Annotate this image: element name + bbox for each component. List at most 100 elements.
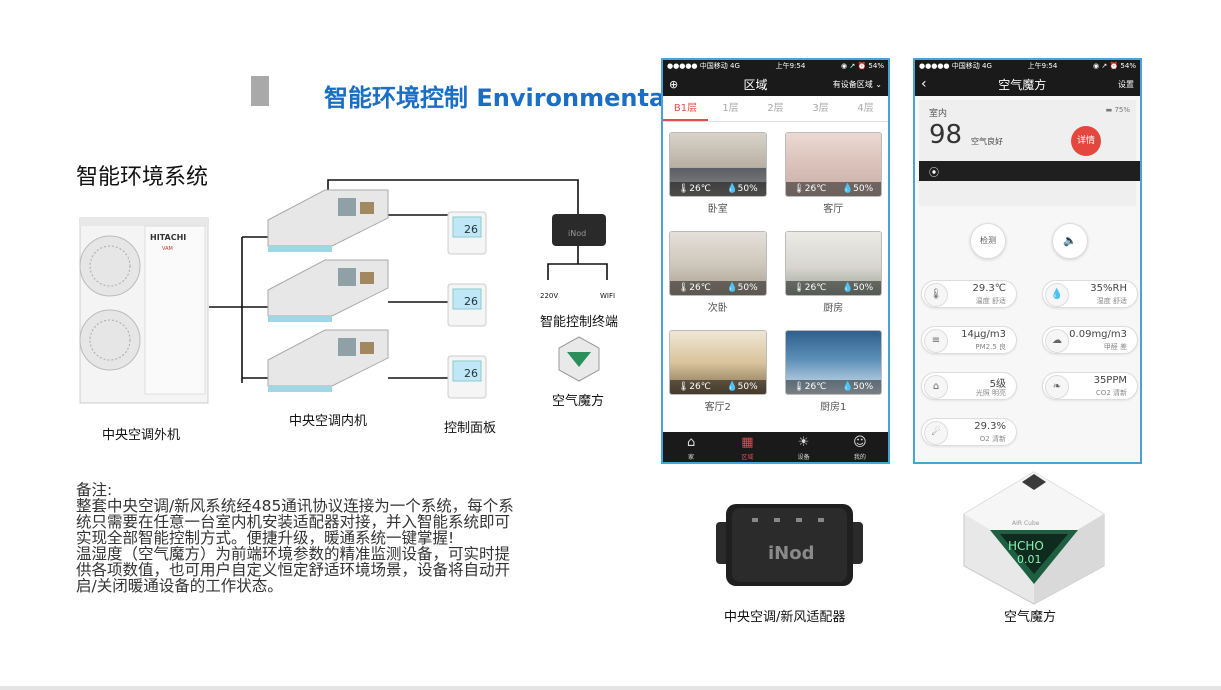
wifi-label: WIFI xyxy=(600,292,615,300)
room-humidity: 💧50% xyxy=(726,382,758,392)
tab-3f[interactable]: 3层 xyxy=(798,96,843,121)
metric-label: 光照 明亮 xyxy=(975,389,1006,397)
formaldehyde-icon: ☁ xyxy=(1045,329,1069,353)
tab-home[interactable]: ⌂ 家 xyxy=(663,432,719,462)
metric-value: 0.09mg/m3 xyxy=(1069,329,1127,340)
room-card-kitchen-1[interactable]: 🌡26℃ 💧50% 厨房1 xyxy=(784,330,882,429)
status-battery: ◉ ↗ ⏰ 54% xyxy=(841,62,884,70)
control-panel-1: 26 xyxy=(447,211,487,255)
outdoor-unit-label: 中央空调外机 xyxy=(102,428,181,443)
terminal-brand-text: iNod xyxy=(568,229,586,238)
location-bar: ⦿ xyxy=(919,161,1140,181)
metric-humidity: 💧 35%RH 湿度 舒适 xyxy=(1042,280,1138,308)
bottom-tab-bar: ⌂ 家 ▦ 区域 ☀ 设备 ☺ 我的 xyxy=(663,432,888,462)
chevron-down-icon: ⌄ xyxy=(875,79,882,89)
cube-display-bottom: 0.01 xyxy=(1017,553,1042,566)
room-card-living-2[interactable]: 🌡26℃ 💧50% 客厅2 xyxy=(669,330,767,429)
air-cube-small xyxy=(558,336,600,382)
back-arrow-icon[interactable]: ‹ xyxy=(921,76,927,92)
room-grid: 🌡26℃ 💧50% 卧室 🌡26℃ 💧50% 客厅 🌡26℃ 💧50% 次卧 🌡26℃… xyxy=(663,122,888,419)
indoor-unit-label: 中央空调内机 xyxy=(289,414,368,429)
status-battery: ◉ ↗ ⏰ 54% xyxy=(1093,62,1136,70)
outdoor-unit: HITACHI VAM xyxy=(79,217,209,404)
status-time: 上午9:54 xyxy=(775,62,806,70)
nav-title: 区域 xyxy=(743,77,768,92)
status-bar: ●●●●● 中国移动 4G 上午9:54 ◉ ↗ ⏰ 54% xyxy=(663,60,888,72)
room-card-living[interactable]: 🌡26℃ 💧50% 客厅 xyxy=(784,132,882,231)
pm25-icon: ≡ xyxy=(924,329,948,353)
room-card-second-bedroom[interactable]: 🌡26℃ 💧50% 次卧 xyxy=(669,231,767,330)
air-cube-device-image: HCHO 0.01 AIR Cube xyxy=(963,471,1105,605)
metric-value: 29.3℃ xyxy=(972,283,1007,294)
room-card-kitchen[interactable]: 🌡26℃ 💧50% 厨房 xyxy=(784,231,882,330)
metric-value: 14μg/m3 xyxy=(961,329,1006,340)
tab-b1[interactable]: B1层 xyxy=(663,96,708,121)
notes-line: 统只需要在任意一台室内机安装适配器对接，并入智能系统即可 xyxy=(76,513,511,531)
status-bar: ●●●●● 中国移动 4G 上午9:54 ◉ ↗ ⏰ 54% xyxy=(915,60,1140,72)
tab-2f[interactable]: 2层 xyxy=(753,96,798,121)
metric-value: 35%RH xyxy=(1090,283,1127,294)
notes-line: 启/关闭暖通设备的工作状态。 xyxy=(76,577,283,595)
room-temp: 🌡26℃ xyxy=(793,382,827,392)
speaker-button[interactable]: 🔈 xyxy=(1052,223,1088,259)
room-humidity: 💧50% xyxy=(841,184,874,194)
tab-1f[interactable]: 1层 xyxy=(708,96,753,121)
status-carrier: ●●●●● 中国移动 4G xyxy=(919,62,992,70)
indoor-air-card: 室内 ▬ 75% 98 空气良好 详情 ⦿ xyxy=(919,100,1140,206)
outdoor-brand-text: HITACHI xyxy=(150,233,186,242)
control-panel-3: 26 xyxy=(447,355,487,399)
bottom-divider xyxy=(0,686,1221,690)
settings-link[interactable]: 设置 xyxy=(1118,79,1134,90)
room-humidity: 💧50% xyxy=(726,283,758,293)
nav-bar: ⊕ 区域 有设备区域 ⌄ xyxy=(663,72,888,96)
metric-value: 35PPM xyxy=(1093,375,1127,386)
adapter-device-image: iNod xyxy=(716,504,863,586)
room-card-bedroom[interactable]: 🌡26℃ 💧50% 卧室 xyxy=(669,132,767,231)
leaf-icon: ❧ xyxy=(1045,375,1069,399)
status-carrier: ●●●●● 中国移动 4G xyxy=(667,62,740,70)
room-temp: 🌡26℃ xyxy=(677,382,711,392)
bulb-icon: ☀ xyxy=(797,435,810,450)
zone-filter-dropdown[interactable]: 有设备区域 ⌄ xyxy=(833,79,882,90)
tab-profile[interactable]: ☺ 我的 xyxy=(832,432,888,462)
metric-light: ⌂ 5级 光照 明亮 xyxy=(921,372,1017,400)
room-name: 卧室 xyxy=(707,204,728,215)
aqi-value: 98 xyxy=(929,120,963,150)
metric-oxygen: ☄ 29.3% O2 清新 xyxy=(921,418,1017,446)
water-drop-icon: 💧 xyxy=(1045,283,1069,307)
add-icon[interactable]: ⊕ xyxy=(669,78,678,91)
notes-line: 实现全部智能控制方式。便捷升级，暖通系统一键掌握! xyxy=(76,529,455,547)
detail-button[interactable]: 详情 xyxy=(1071,126,1101,156)
outdoor-model-text: VAM xyxy=(162,246,173,252)
oxygen-icon: ☄ xyxy=(924,421,948,445)
tab-zones[interactable]: ▦ 区域 xyxy=(719,432,775,462)
tab-4f[interactable]: 4层 xyxy=(843,96,888,121)
title-accent-bar xyxy=(251,76,269,106)
tab-devices[interactable]: ☀ 设备 xyxy=(776,432,832,462)
indoor-unit-3 xyxy=(267,329,389,392)
room-humidity: 💧50% xyxy=(726,184,758,194)
panel-temp-3: 26 xyxy=(464,367,478,380)
air-cube-label: 空气魔方 xyxy=(552,394,605,409)
panel-temp-2: 26 xyxy=(464,295,478,308)
metric-temperature: 🌡 29.3℃ 温度 舒适 xyxy=(921,280,1017,308)
battery-indicator: ▬ 75% xyxy=(1105,106,1130,114)
light-icon: ⌂ xyxy=(924,375,948,399)
control-terminal-label: 智能控制终端 xyxy=(540,315,619,330)
notes-line: 温湿度（空气魔方）为前端环境参数的精准监测设备，可实时提 xyxy=(76,545,511,563)
room-name: 厨房 xyxy=(823,303,844,314)
control-panel-2: 26 xyxy=(447,283,487,327)
room-name: 客厅2 xyxy=(704,402,731,413)
cube-brand-text: AIR Cube xyxy=(1012,520,1040,527)
aqi-text: 空气良好 xyxy=(971,137,1003,146)
notes-line: 整套中央空调/新风系统经485通讯协议连接为一个系统，每个系 xyxy=(76,497,514,515)
metric-label: 甲醛 差 xyxy=(1103,343,1127,351)
user-icon: ☺ xyxy=(853,435,867,450)
grid-icon: ▦ xyxy=(741,435,754,450)
room-name: 厨房1 xyxy=(820,402,847,413)
page-title: 智能环境控制 Environmental xyxy=(324,84,674,112)
power-label: 220V xyxy=(540,292,558,300)
detect-button[interactable]: 检测 xyxy=(970,223,1006,259)
notes-block: 备注: 整套中央空调/新风系统经485通讯协议连接为一个系统，每个系 统只需要在… xyxy=(76,482,558,594)
home-icon: ⌂ xyxy=(686,435,696,450)
